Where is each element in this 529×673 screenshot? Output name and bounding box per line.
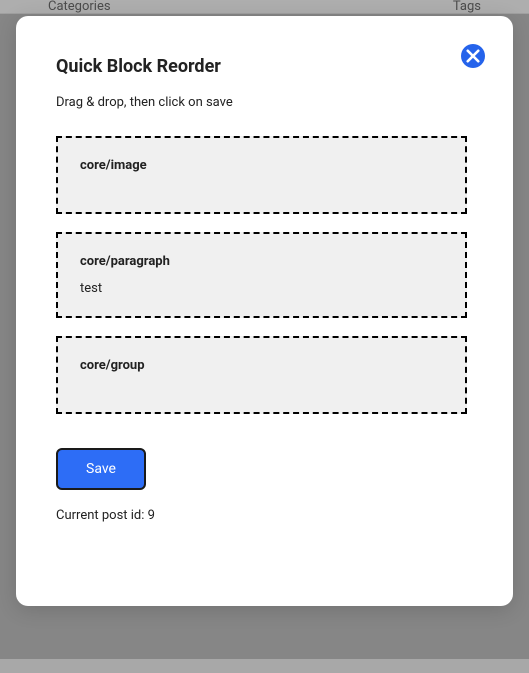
post-id-label: Current post id: 9 xyxy=(56,508,473,523)
close-icon xyxy=(466,49,480,63)
block-item[interactable]: core/paragraph test xyxy=(56,232,467,318)
modal-title: Quick Block Reorder xyxy=(56,56,221,77)
block-list[interactable]: core/image core/paragraph test core/grou… xyxy=(56,136,473,426)
reorder-modal: Quick Block Reorder Drag & drop, then cl… xyxy=(16,16,513,606)
block-type-label: core/group xyxy=(80,358,443,373)
modal-header: Quick Block Reorder xyxy=(56,56,473,77)
save-button[interactable]: Save xyxy=(56,448,146,490)
block-type-label: core/image xyxy=(80,158,443,173)
close-button[interactable] xyxy=(461,44,485,68)
block-item[interactable]: core/group xyxy=(56,336,467,414)
block-item[interactable]: core/image xyxy=(56,136,467,214)
block-type-label: core/paragraph xyxy=(80,254,443,269)
modal-subtitle: Drag & drop, then click on save xyxy=(56,95,473,110)
block-content: test xyxy=(80,281,443,296)
